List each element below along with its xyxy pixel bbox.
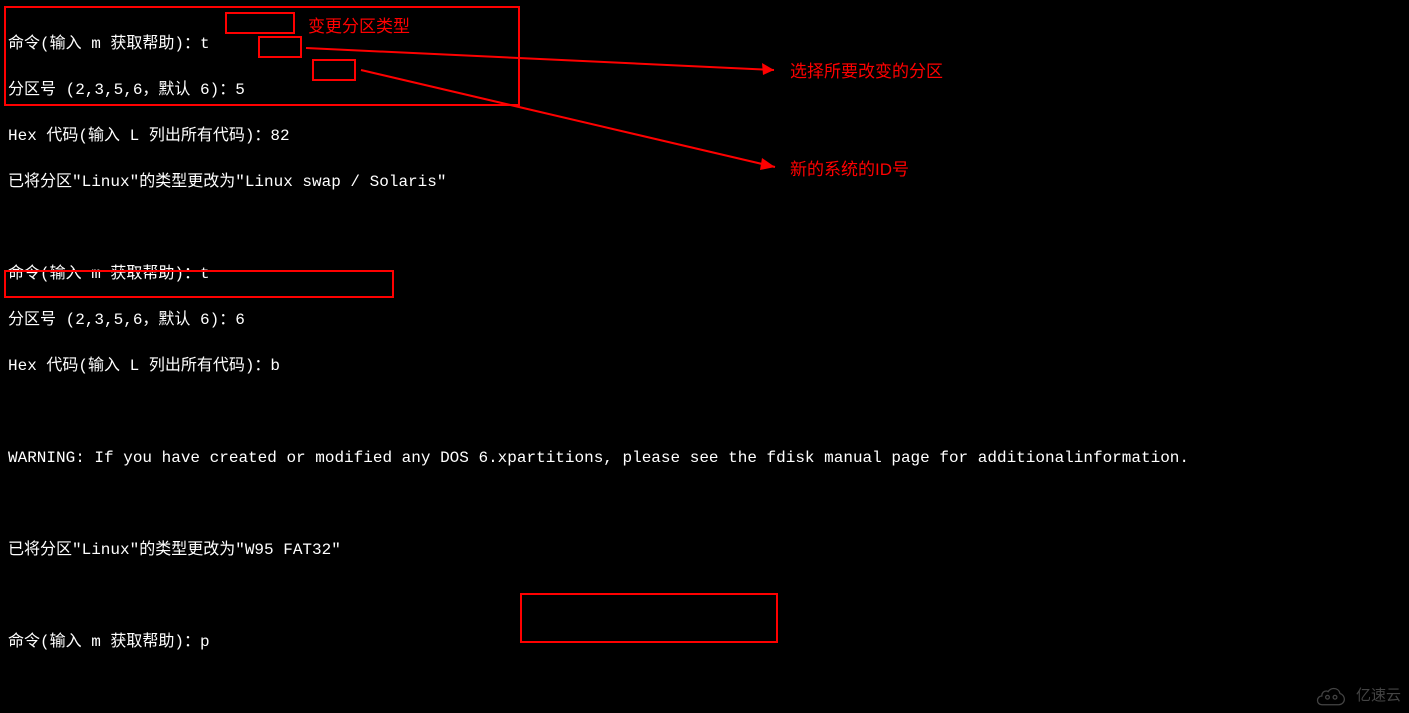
annotation-new-system-id: 新的系统的ID号: [790, 158, 909, 181]
box-cmd-t: [225, 12, 295, 34]
line-result-2: 已将分区"Linux"的类型更改为"W95 FAT32": [8, 539, 1401, 562]
line-warning: WARNING: If you have created or modified…: [8, 447, 1401, 470]
blank-2: [8, 401, 1401, 424]
line-partnum-2: 分区号 (2,3,5,6，默认 6)：6: [8, 309, 1401, 332]
cmd-value: p: [200, 633, 210, 651]
hex-value: b: [270, 357, 280, 375]
box-partnum-5: [258, 36, 302, 58]
part-prompt: 分区号 (2,3,5,6，默认 6)：: [8, 311, 235, 329]
hex-prompt: Hex 代码(输入 L 列出所有代码)：: [8, 357, 270, 375]
box-result-2: [4, 270, 394, 298]
part-value: 6: [235, 311, 245, 329]
box-hex-82: [312, 59, 356, 81]
watermark-text: 亿速云: [1356, 684, 1401, 707]
blank-5: [8, 677, 1401, 700]
annotation-change-type: 变更分区类型: [308, 15, 410, 38]
cloud-icon: [1310, 685, 1350, 707]
annotation-select-partition: 选择所要改变的分区: [790, 60, 943, 83]
blank-1: [8, 217, 1401, 240]
box-table-system: [520, 593, 778, 643]
cmd-prompt: 命令(输入 m 获取帮助)：: [8, 633, 200, 651]
line-hex-2: Hex 代码(输入 L 列出所有代码)：b: [8, 355, 1401, 378]
hex-value: 82: [270, 127, 289, 145]
watermark: 亿速云: [1310, 684, 1401, 707]
blank-3: [8, 493, 1401, 516]
hex-prompt: Hex 代码(输入 L 列出所有代码)：: [8, 127, 270, 145]
